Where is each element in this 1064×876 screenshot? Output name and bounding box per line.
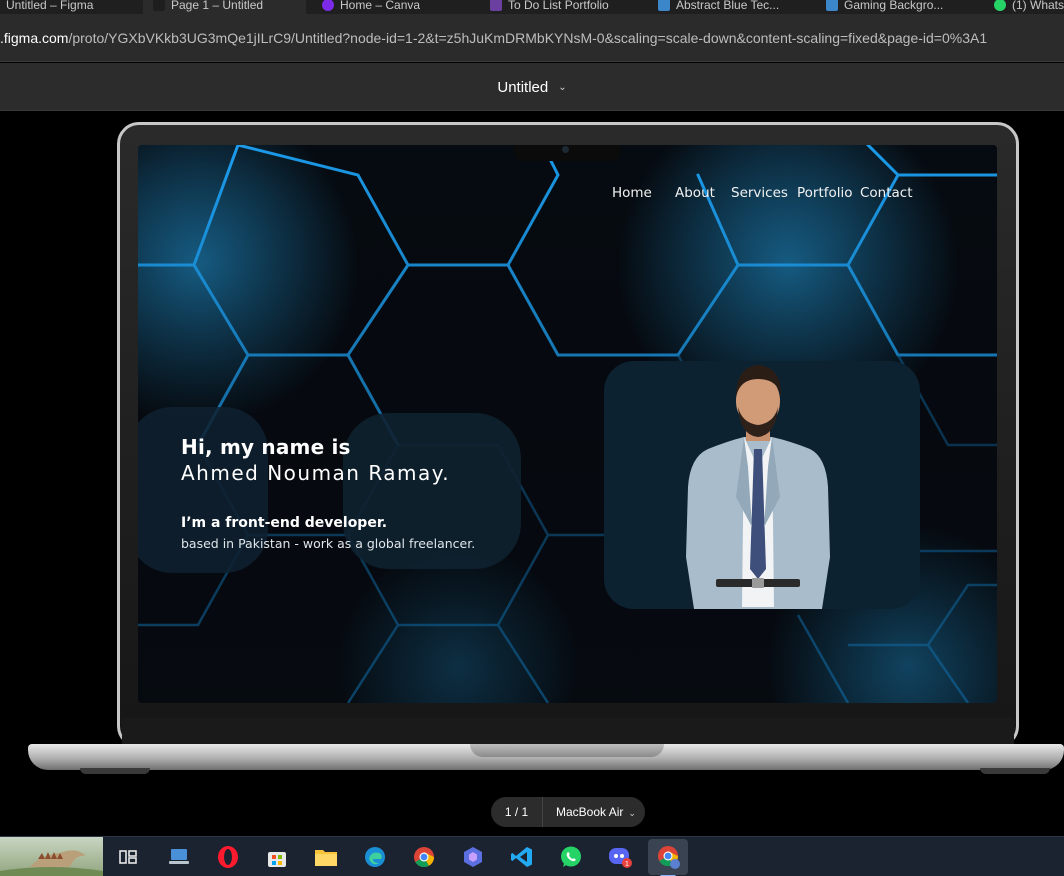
prototype-title: Untitled bbox=[497, 79, 549, 96]
opera-icon[interactable] bbox=[213, 842, 243, 872]
prototype-title-dropdown[interactable]: Untitled ⌄ bbox=[0, 79, 1064, 96]
start-wallpaper-thumbnail[interactable] bbox=[0, 837, 103, 876]
url-path: /proto/YGXbVKkb3UG3mQe1jILrC9/Untitled?n… bbox=[68, 30, 988, 46]
tab-label: Page 1 – Untitled bbox=[171, 0, 264, 12]
screen-root: Untitled – Figma Page 1 – Untitled Home … bbox=[0, 0, 1064, 876]
chevron-down-icon: ⌄ bbox=[628, 808, 636, 818]
vscode-icon[interactable] bbox=[507, 842, 537, 872]
laptop-foot bbox=[80, 768, 150, 774]
tab-figma[interactable]: Untitled – Figma bbox=[0, 0, 103, 14]
laptop-foot bbox=[980, 768, 1050, 774]
tab-abstract[interactable]: Abstract Blue Tec... bbox=[648, 0, 789, 14]
copilot-icon[interactable] bbox=[458, 842, 488, 872]
hero-name: Ahmed Nouman Ramay. bbox=[181, 461, 451, 485]
tab-canva[interactable]: Home – Canva bbox=[312, 0, 430, 14]
laptop-bezel-bottom bbox=[122, 718, 1014, 744]
device-label: MacBook Air bbox=[556, 805, 624, 819]
microsoft-store-icon[interactable] bbox=[262, 842, 292, 872]
nav-contact-link[interactable]: Contact bbox=[860, 185, 913, 201]
figma-icon bbox=[153, 0, 165, 11]
chevron-down-icon: ⌄ bbox=[558, 82, 567, 93]
file-explorer-icon[interactable] bbox=[311, 842, 341, 872]
chrome-profile-icon[interactable] bbox=[648, 839, 688, 876]
nav-about-link[interactable]: About bbox=[675, 185, 731, 201]
site-nav: Home About Services Portfolio Contact bbox=[612, 185, 913, 201]
tab-page1[interactable]: Page 1 – Untitled bbox=[143, 0, 306, 14]
url-domain: .figma.com bbox=[0, 30, 69, 46]
figma-prototype-toolbar: Untitled ⌄ bbox=[0, 63, 1064, 111]
whatsapp-icon bbox=[994, 0, 1006, 11]
image-icon bbox=[826, 0, 838, 11]
prototype-footer-controls: 1 / 1 MacBook Air ⌄ bbox=[491, 797, 645, 827]
tab-label: To Do List Portfolio bbox=[508, 0, 609, 12]
edge-icon[interactable] bbox=[360, 842, 390, 872]
windows-taskbar: 1 bbox=[0, 836, 1064, 876]
tab-label: Gaming Backgro... bbox=[844, 0, 944, 12]
discord-badge: 1 bbox=[625, 861, 629, 868]
tab-whatsapp[interactable]: (1) WhatsApp bbox=[984, 0, 1064, 14]
hero-role: I’m a front-end developer. bbox=[181, 515, 388, 531]
nav-services-link[interactable]: Services bbox=[731, 185, 797, 201]
whatsapp-icon[interactable] bbox=[556, 842, 586, 872]
camera-icon bbox=[562, 146, 569, 153]
tab-label: Abstract Blue Tec... bbox=[676, 0, 780, 12]
browser-tab-strip: Untitled – Figma Page 1 – Untitled Home … bbox=[0, 0, 1064, 14]
url-text[interactable]: .figma.com/proto/YGXbVKkb3UG3mQe1jILrC9/… bbox=[0, 30, 987, 46]
canva-icon bbox=[322, 0, 334, 11]
dinosaur-icon bbox=[0, 850, 103, 876]
laptop-opening-notch bbox=[470, 744, 664, 757]
document-icon bbox=[490, 0, 502, 11]
task-view-icon[interactable] bbox=[113, 842, 143, 872]
laptop-icon[interactable] bbox=[164, 842, 194, 872]
profile-photo bbox=[686, 365, 830, 609]
device-dropdown[interactable]: MacBook Air ⌄ bbox=[543, 805, 636, 819]
page-indicator: 1 / 1 bbox=[491, 797, 543, 827]
hero-greeting: Hi, my name is bbox=[181, 435, 351, 459]
discord-icon[interactable]: 1 bbox=[605, 842, 635, 872]
camera-notch bbox=[514, 145, 620, 161]
image-icon bbox=[658, 0, 670, 11]
chrome-icon[interactable] bbox=[409, 842, 439, 872]
address-bar[interactable]: .figma.com/proto/YGXbVKkb3UG3mQe1jILrC9/… bbox=[0, 14, 1064, 62]
tab-label: Home – Canva bbox=[340, 0, 421, 12]
prototype-frame[interactable]: Home About Services Portfolio Contact Hi… bbox=[138, 145, 997, 703]
nav-home-link[interactable]: Home bbox=[612, 185, 675, 201]
tab-gaming[interactable]: Gaming Backgro... bbox=[816, 0, 953, 14]
nav-portfolio-link[interactable]: Portfolio bbox=[797, 185, 860, 201]
tab-label: Untitled – Figma bbox=[6, 0, 94, 12]
tab-todo[interactable]: To Do List Portfolio bbox=[480, 0, 619, 14]
tab-label: (1) WhatsApp bbox=[1012, 0, 1064, 12]
hero-subtitle: based in Pakistan - work as a global fre… bbox=[181, 536, 476, 551]
